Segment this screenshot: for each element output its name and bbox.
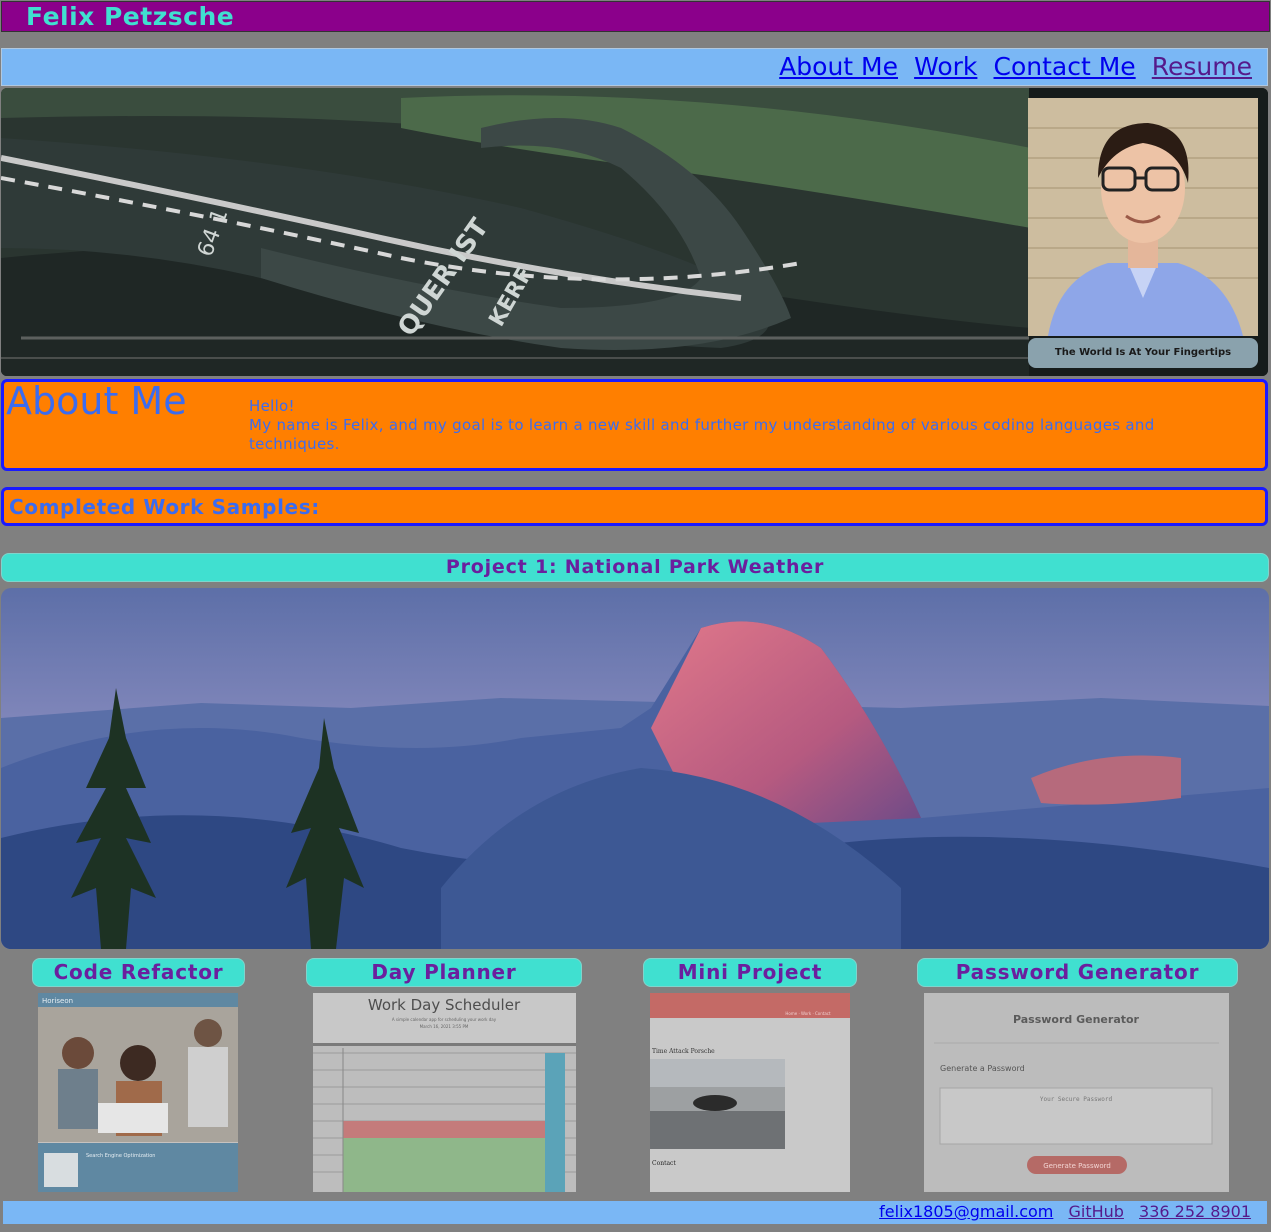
site-footer: felix1805@gmail.com GitHub 336 252 8901 [3,1201,1267,1224]
work-samples-section: Completed Work Samples: [1,487,1268,526]
project-mini-project-label[interactable]: Mini Project [643,958,857,987]
half-dome-image [1,588,1269,949]
project-password-generator-label[interactable]: Password Generator [917,958,1238,987]
profile-portrait-image [1028,98,1258,336]
code-refactor-thumb-text: Search Engine Optimization [86,1153,155,1159]
main-nav: About Me Work Contact Me Resume [1,48,1268,86]
mini-project-thumb-contact: Contact [652,1160,676,1167]
profile-photo [1028,98,1258,336]
featured-project-title[interactable]: Project 1: National Park Weather [1,553,1269,582]
nav-resume-link[interactable]: Resume [1152,49,1252,85]
footer-phone-link[interactable]: 336 252 8901 [1139,1201,1251,1223]
about-heading: About Me [6,379,187,423]
mini-project-thumb-title: Time Attack Porsche [652,1048,715,1055]
project-mini-project-thumbnail[interactable]: Home · Work · Contact Time Attack Porsch… [650,993,850,1192]
mini-project-thumb-nav: Home · Work · Contact [785,1011,831,1016]
project-day-planner-thumbnail[interactable]: Work Day Scheduler A simple calendar app… [313,993,576,1192]
project-day-planner-label[interactable]: Day Planner [306,958,582,987]
nav-work-link[interactable]: Work [914,49,977,85]
day-planner-thumb-sub: A simple calendar app for scheduling you… [392,1017,497,1022]
project-code-refactor-thumbnail[interactable]: Horiseon Search Engine Optimization [38,993,238,1192]
nav-about-link[interactable]: About Me [779,49,898,85]
password-thumb-placeholder: Your Secure Password [1040,1096,1113,1103]
project-code-refactor-label[interactable]: Code Refactor [32,958,245,987]
site-title: Felix Petzsche [26,2,235,31]
about-greeting: Hello! [249,397,295,415]
nav-contact-link[interactable]: Contact Me [994,49,1136,85]
footer-email-link[interactable]: felix1805@gmail.com [879,1201,1053,1223]
hero-caption: The World Is At Your Fingertips [1028,338,1258,368]
about-section: About Me Hello! My name is Felix, and my… [1,379,1268,471]
site-header: Felix Petzsche [1,1,1270,32]
day-planner-thumb-title: Work Day Scheduler [368,996,521,1014]
project-password-generator-thumbnail[interactable]: Password Generator Generate a Password Y… [924,993,1229,1192]
password-thumb-button: Generate Password [1043,1162,1111,1170]
code-refactor-thumb-title: Horiseon [42,997,73,1005]
password-generator-screenshot: Password Generator Generate a Password Y… [924,993,1229,1192]
day-planner-screenshot: Work Day Scheduler A simple calendar app… [313,993,576,1192]
code-refactor-screenshot: Horiseon Search Engine Optimization [38,993,238,1192]
day-planner-thumb-date: March 16, 2021 3:55 PM [420,1024,469,1029]
featured-project-image[interactable] [1,588,1269,949]
footer-github-link[interactable]: GitHub [1068,1201,1123,1223]
password-thumb-sub: Generate a Password [940,1064,1025,1073]
password-thumb-title: Password Generator [1013,1013,1140,1026]
work-samples-heading: Completed Work Samples: [9,495,320,519]
about-text: Hello! My name is Felix, and my goal is … [249,397,1239,454]
about-body: My name is Felix, and my goal is to lear… [249,416,1155,453]
mini-project-screenshot: Home · Work · Contact Time Attack Porsch… [650,993,850,1192]
